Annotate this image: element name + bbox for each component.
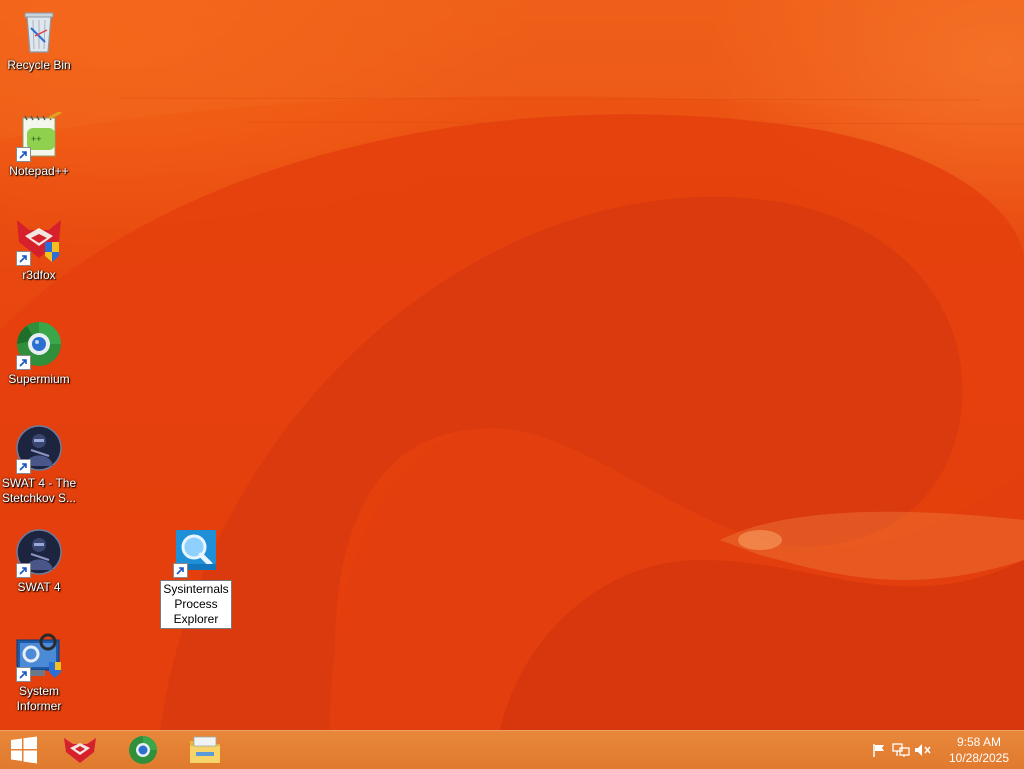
system-tray <box>868 731 934 769</box>
network-icon[interactable] <box>890 731 912 769</box>
desktop-icon-label: SWAT 4 - The Stetchkov S... <box>1 476 77 505</box>
notepad-plus-plus-icon: ++ <box>15 110 63 162</box>
r3dfox-icon <box>64 738 96 763</box>
system-informer-icon <box>15 632 63 682</box>
desktop-icon-label: Notepad++ <box>9 164 69 178</box>
desktop-icon-label: SWAT 4 <box>17 580 61 594</box>
svg-text:++: ++ <box>31 134 42 144</box>
desktop-icon-supermium[interactable]: Supermium <box>0 320 78 387</box>
supermium-icon <box>15 320 63 370</box>
desktop-icon-recycle-bin[interactable]: Recycle Bin <box>0 6 78 73</box>
shortcut-arrow-icon <box>16 563 31 578</box>
desktop-icon-swat4-stetchkov[interactable]: SWAT 4 - The Stetchkov S... <box>0 424 78 506</box>
shortcut-arrow-icon <box>16 251 31 266</box>
desktop-icon-label: Supermium <box>8 372 70 386</box>
swat4-expansion-icon <box>15 424 63 474</box>
taskbar: 9:58 AM 10/28/2025 <box>0 730 1024 769</box>
taskbar-pin-r3dfox[interactable] <box>52 731 108 769</box>
file-explorer-icon <box>190 736 220 763</box>
desktop-icon-notepad-plus-plus[interactable]: ++ Notepad++ <box>0 110 78 179</box>
desktop-icon-system-informer[interactable]: System Informer <box>0 632 78 714</box>
clock-date: 10/28/2025 <box>948 751 1010 765</box>
taskbar-clock[interactable]: 9:58 AM 10/28/2025 <box>944 734 1014 766</box>
taskbar-pin-file-explorer[interactable] <box>177 731 233 769</box>
shortcut-arrow-icon <box>16 667 31 682</box>
desktop-icon-label: Recycle Bin <box>7 58 71 72</box>
recycle-bin-icon <box>15 6 63 54</box>
desktop-icon-swat4[interactable]: SWAT 4 <box>0 528 78 595</box>
desktop-icon-process-explorer[interactable]: Sysinternals Process Explorer <box>157 528 235 629</box>
desktop-icon-label: r3dfox <box>22 268 56 282</box>
supermium-icon <box>129 736 157 764</box>
process-explorer-icon <box>172 528 220 578</box>
desktop-wallpaper <box>0 0 1024 730</box>
action-center-flag-icon[interactable] <box>868 731 890 769</box>
shortcut-arrow-icon <box>16 355 31 370</box>
r3dfox-icon <box>15 216 63 266</box>
desktop-icon-label: Sysinternals Process Explorer <box>160 580 232 629</box>
shortcut-arrow-icon <box>16 459 31 474</box>
desktop-icon-r3dfox[interactable]: r3dfox <box>0 216 78 283</box>
windows-logo-icon <box>11 736 37 764</box>
desktop-icon-label: System Informer <box>16 684 62 713</box>
swat4-icon <box>15 528 63 578</box>
clock-time: 9:58 AM <box>956 735 1002 749</box>
shortcut-arrow-icon <box>16 147 31 162</box>
shortcut-arrow-icon <box>173 563 188 578</box>
volume-muted-icon[interactable] <box>912 731 934 769</box>
taskbar-pin-supermium[interactable] <box>115 731 171 769</box>
start-button[interactable] <box>0 731 48 769</box>
